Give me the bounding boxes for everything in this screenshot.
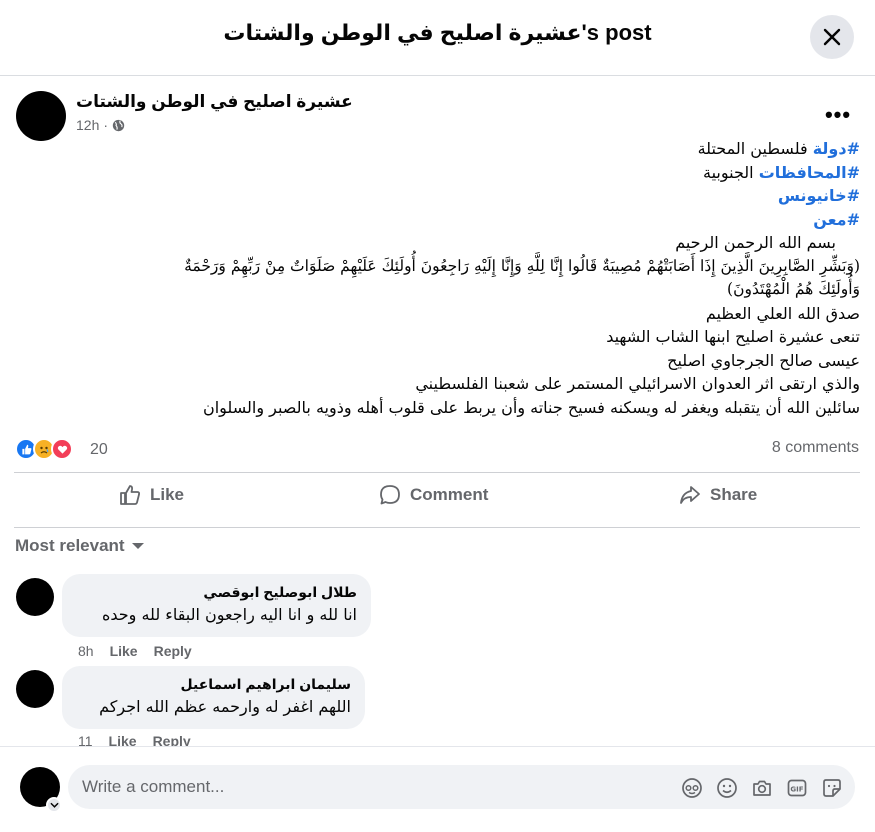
post-line: والذي ارتقى اثر العدوان الاسرائيلي المست… [415,374,860,393]
post-line: صدق الله العلي العظيم [705,303,860,323]
comment-bubble: سليمان ابراهيم اسماعيل اللهم اغفر له وار… [62,666,365,729]
comment-like-link[interactable]: Like [110,643,138,659]
hashtag-link[interactable]: #دولة [813,139,860,158]
hashtag-link[interactable]: #معن [813,210,860,229]
hashtag-suffix: فلسطين المحتلة [697,139,813,158]
post-line: عيسى صالح الجرجاوي اصليح [667,350,860,370]
close-button[interactable] [810,15,854,59]
account-switch-button[interactable] [46,797,62,813]
reaction-icons[interactable] [15,438,73,460]
commenter-avatar[interactable] [16,670,54,708]
dialog-title: عشيرة اصليح في الوطن والشتات's post [223,20,652,45]
hashtag-line: #معن [40,208,860,232]
globe-icon [112,119,125,131]
hashtag-suffix: الجنوبية [703,162,759,182]
comment-button[interactable]: Comment [378,483,488,507]
sort-label: Most relevant [15,536,125,555]
share-button[interactable]: Share [678,483,757,507]
comment-bubble-icon [380,485,400,505]
chevron-down-icon [49,802,59,808]
comment-meta: 8h Like Reply [78,643,192,659]
emoji-button[interactable] [715,776,738,799]
comment-sort-dropdown[interactable]: Most relevant [15,536,145,556]
quran-verse: (وَبَشِّرِ الصَّابِرِينَ الَّذِينَ إِذَا… [184,256,860,275]
meta-separator: · [103,117,109,133]
comment-composer: GIF [0,746,875,832]
post-meta: 12h · [76,117,125,133]
gif-button[interactable]: GIF [785,776,808,799]
comment-label: Comment [410,485,489,504]
love-reaction-icon [51,438,73,460]
more-options-button[interactable]: ••• [820,100,856,130]
dialog-header: عشيرة اصليح في الوطن والشتات's post [0,0,875,76]
avatar-sticker-button[interactable] [680,776,703,799]
comments-count[interactable]: 8 comments [772,439,859,457]
hashtag-line: #خانيونس [40,184,860,208]
comment-time[interactable]: 8h [78,643,94,659]
comment-bubble: طلال ابوصليح ابوقصي انا لله و انا اليه ر… [62,574,371,637]
post-line: تنعى عشيرة اصليح ابنها الشاب الشهيد [606,327,860,346]
author-name[interactable]: عشيرة اصليح في الوطن والشتات [76,92,353,112]
commenter-avatar[interactable] [16,578,54,616]
post-text: #دولة فلسطين المحتلة #المحافظات الجنوبية… [40,137,860,419]
close-icon [823,28,841,46]
share-arrow-icon [680,486,700,504]
hashtag-link[interactable]: #خانيونس [778,186,860,205]
emoji-icon [716,777,737,798]
author-avatar[interactable] [16,91,66,141]
comment-text: اللهم اغفر له وارحمه عظم الله اجركم [99,697,351,716]
commenter-name[interactable]: سليمان ابراهيم اسماعيل [76,676,351,693]
post-time[interactable]: 12h [76,117,99,133]
thumbs-up-icon [120,485,140,505]
composer-tools: GIF [680,776,843,799]
like-button[interactable]: Like [118,483,184,507]
more-dots-icon: ••• [824,102,852,127]
hashtag-link[interactable]: #المحافظات [759,163,860,182]
reaction-count[interactable]: 20 [90,441,108,459]
hashtag-line: #دولة فلسطين المحتلة [40,137,860,161]
quran-verse: وَأُولَئِكَ هُمُ الْمُهْتَدُونَ) [727,280,860,298]
share-label: Share [710,485,758,504]
caret-down-icon [131,543,144,549]
sticker-button[interactable] [820,776,843,799]
like-label: Like [150,485,185,504]
post-line: سائلين الله أن يتقبله ويغفر له ويسكنه فس… [202,397,860,417]
camera-button[interactable] [750,776,773,799]
sticker-icon [822,778,841,797]
hashtag-line: #المحافظات الجنوبية [40,161,860,185]
comment-text: انا لله و انا اليه راجعون البقاء لله وحد… [101,605,357,624]
camera-icon [752,780,771,796]
commenter-name[interactable]: طلال ابوصليح ابوقصي [76,584,357,601]
post-line: بسم الله الرحمن الرحيم [675,233,836,252]
avatar-sticker-icon [681,777,702,798]
post-actions: Like Comment Share [14,472,860,528]
gif-icon: GIF [787,779,806,796]
svg-text:GIF: GIF [790,785,803,793]
comment-reply-link[interactable]: Reply [154,643,192,659]
